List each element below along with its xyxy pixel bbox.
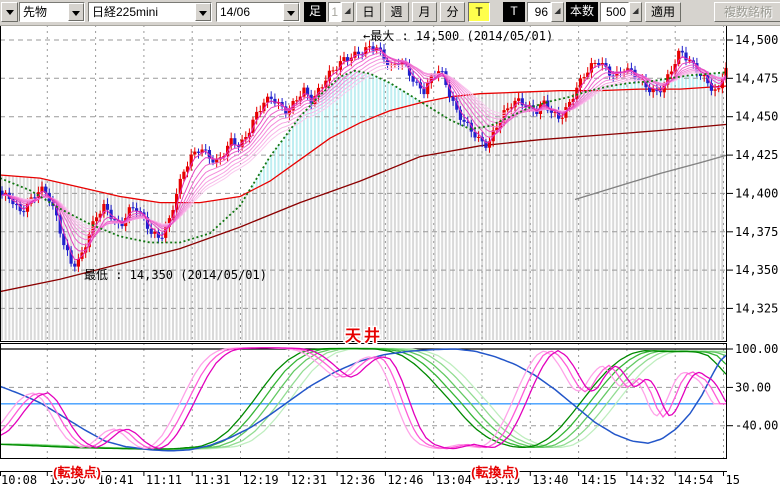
time-tick-label: 12:31: [291, 473, 327, 487]
bar-count-spinner[interactable]: 500 ◢: [600, 2, 642, 22]
oscillator-layer: [0, 347, 727, 452]
period-button-minute[interactable]: 分: [440, 2, 465, 22]
time-tick-label: 12:19: [243, 473, 279, 487]
time-tick-label: 13:40: [532, 473, 568, 487]
price-tick-label: 14,450: [735, 110, 778, 124]
time-tick-label: 15: [726, 473, 740, 487]
dropdown-arrow-icon[interactable]: [68, 3, 84, 21]
bar-count-label: 本数: [566, 2, 598, 22]
contract-month-combobox[interactable]: 14/06: [216, 2, 300, 22]
max-annotation: ←最大 : 14,500 (2014/05/01): [363, 29, 553, 43]
apply-button[interactable]: 適用: [645, 2, 681, 22]
chart-canvas[interactable]: 14,500 14,475 14,450 14,425 14,400 14,375 14,3…: [0, 0, 780, 500]
spinner-icon[interactable]: ◢: [341, 2, 354, 22]
price-tick-label: 14,325: [735, 301, 778, 315]
price-tick-label: 14,475: [735, 71, 778, 85]
contract-month-value: 14/06: [220, 5, 251, 19]
price-tick-label: 14,425: [735, 148, 778, 162]
time-tick-label: 11:11: [146, 473, 182, 487]
ma-red-line: [0, 85, 728, 204]
tick-value: 96: [527, 2, 551, 22]
ceiling-annotation: 天井: [345, 326, 383, 345]
oscillator-tick-label: 100.00: [735, 342, 778, 356]
time-tick-label: 14:15: [581, 473, 617, 487]
min-annotation: 最低 : 14,350 (2014/05/01): [84, 268, 267, 282]
period-button-month[interactable]: 月: [412, 2, 437, 22]
period-button-tick[interactable]: T: [468, 2, 490, 22]
dropdown-arrow-icon[interactable]: [283, 3, 299, 21]
period-button-day[interactable]: 日: [356, 2, 381, 22]
time-tick-label: 12:46: [387, 473, 423, 487]
bar-interval-value: 1: [328, 2, 341, 22]
time-tick-label: 11:31: [194, 473, 230, 487]
turning-point-annotation: (転換点): [53, 465, 101, 480]
instrument-type-combobox[interactable]: 先物: [19, 2, 85, 22]
time-tick-label: 10:41: [98, 473, 134, 487]
oscillator-tick-label: 30.00: [735, 380, 771, 394]
spinner-icon[interactable]: ◢: [629, 2, 642, 22]
period-button-week[interactable]: 週: [384, 2, 409, 22]
price-tick-label: 14,375: [735, 225, 778, 239]
band-hatch-layer: [1, 70, 724, 340]
time-tick-label: 12:36: [339, 473, 375, 487]
instrument-type-value: 先物: [23, 5, 48, 19]
spinner-icon[interactable]: ◢: [551, 2, 564, 22]
toolbar: 先物 日経225mini 14/06 足 1 ◢ 日 週 月 分 T T 96 …: [0, 0, 780, 26]
multi-symbol-button[interactable]: 複数銘柄: [714, 2, 780, 22]
bar-interval-spinner[interactable]: 1 ◢: [328, 2, 354, 22]
dropdown-arrow-icon[interactable]: [195, 3, 211, 21]
bar-type-label: 足: [304, 2, 326, 22]
turning-point-annotation: (転換点): [471, 465, 519, 480]
dropdown-arrow-icon: [5, 10, 14, 19]
tick-count-label: T: [503, 2, 525, 22]
oscillator-tick-label: -40.00: [735, 419, 778, 433]
tick-value-spinner[interactable]: 96 ◢: [527, 2, 564, 22]
window-menu-button[interactable]: [1, 2, 18, 22]
price-tick-label: 14,500: [735, 33, 778, 47]
bar-count-value: 500: [600, 2, 629, 22]
time-tick-label: 13:04: [436, 473, 472, 487]
symbol-value: 日経225mini: [92, 5, 159, 19]
chart-window: 先物 日経225mini 14/06 足 1 ◢ 日 週 月 分 T T 96 …: [0, 0, 780, 500]
price-tick-label: 14,350: [735, 263, 778, 277]
time-tick-label: 10:08: [1, 473, 37, 487]
ma-green-dotted-line: [0, 69, 728, 244]
price-tick-label: 14,400: [735, 186, 778, 200]
oscillator-blue-line: [0, 348, 727, 452]
symbol-combobox[interactable]: 日経225mini: [88, 2, 212, 22]
time-tick-label: 14:32: [629, 473, 665, 487]
time-tick-label: 14:54: [677, 473, 713, 487]
